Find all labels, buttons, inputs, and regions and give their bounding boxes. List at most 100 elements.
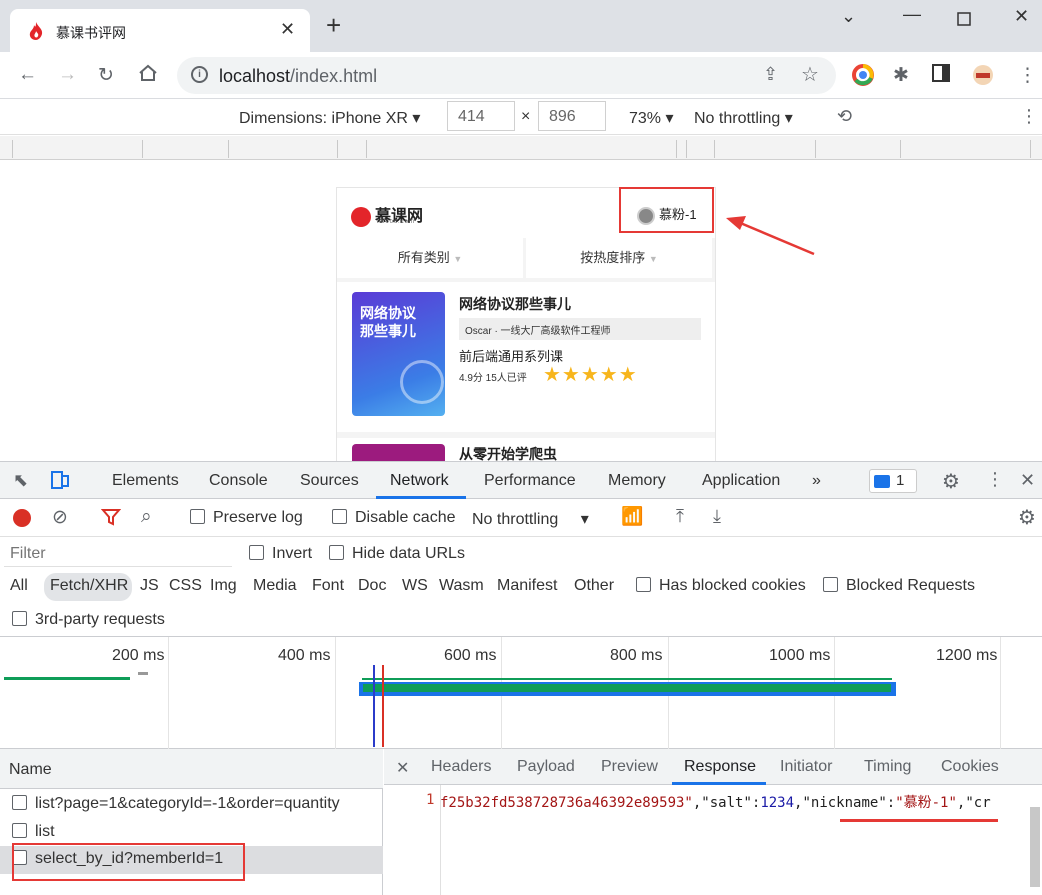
zoom-select[interactable]: 73% ▾ <box>629 108 674 128</box>
request-list: Name list?page=1&categoryId=-1&order=qua… <box>0 749 383 895</box>
active-detail-tab-indicator <box>672 782 766 785</box>
type-wasm[interactable]: Wasm <box>439 577 484 595</box>
clear-icon[interactable]: ⊘ <box>52 506 68 529</box>
minimize-icon[interactable]: — <box>903 4 921 25</box>
tab-network[interactable]: Network <box>390 472 449 490</box>
network-settings-gear-icon[interactable]: ⚙ <box>1018 505 1036 530</box>
tab-response[interactable]: Response <box>684 758 756 776</box>
tab-preview[interactable]: Preview <box>601 758 658 776</box>
extensions-puzzle-icon[interactable]: ✱ <box>893 64 909 87</box>
export-har-icon[interactable]: ⤓ <box>713 506 721 527</box>
settings-gear-icon[interactable]: ⚙ <box>942 469 960 494</box>
throttling-select[interactable]: No throttling ▾ <box>694 108 793 128</box>
devtools-close-icon[interactable]: ✕ <box>1020 470 1035 491</box>
preserve-log-checkbox[interactable]: Preserve log <box>190 509 303 527</box>
tab-application[interactable]: Application <box>702 472 780 490</box>
device-height-input[interactable]: 896 <box>538 101 606 131</box>
name-column-header[interactable]: Name <box>0 749 383 789</box>
home-icon[interactable] <box>138 64 158 88</box>
network-overview: 200 ms 400 ms 600 ms 800 ms 1000 ms 1200… <box>0 637 1042 749</box>
more-tabs-icon[interactable]: » <box>812 472 821 490</box>
media-query-bar <box>0 136 1042 160</box>
book-card[interactable]: 网络协议 那些事儿 网络协议那些事儿 Oscar · 一线大厂高级软件工程师 前… <box>337 282 715 432</box>
tab-sources[interactable]: Sources <box>300 472 359 490</box>
maximize-icon[interactable] <box>957 10 971 31</box>
disable-cache-checkbox[interactable]: Disable cache <box>332 509 456 527</box>
share-icon[interactable]: ⇪ <box>763 64 778 85</box>
device-toggle-icon[interactable] <box>50 470 70 495</box>
back-icon[interactable]: ← <box>18 64 37 86</box>
issues-badge[interactable]: 1 <box>869 469 917 493</box>
response-body[interactable]: f25b32fd538728736a46392e89593","salt":12… <box>440 792 1042 812</box>
tab-console[interactable]: Console <box>209 472 268 490</box>
chrome-extension-icon[interactable] <box>852 64 874 92</box>
tab-initiator[interactable]: Initiator <box>780 758 832 776</box>
chat-bubble-icon <box>874 474 890 488</box>
network-toolbar: ⊘ ⌕ Preserve log Disable cache No thrott… <box>0 499 1042 537</box>
profile-avatar[interactable] <box>972 64 994 92</box>
sort-by-hot-button[interactable]: 按热度排序 ▼ <box>526 238 712 278</box>
invert-checkbox[interactable]: Invert <box>249 545 312 563</box>
tab-timing[interactable]: Timing <box>864 758 911 776</box>
search-icon[interactable]: ⌕ <box>141 506 152 528</box>
tab-close-icon[interactable]: ✕ <box>280 19 295 40</box>
new-tab-button[interactable]: + <box>326 12 341 38</box>
bookmark-star-icon[interactable]: ☆ <box>801 62 819 87</box>
site-logo[interactable]: 慕课网 imooc.com <box>351 202 423 227</box>
type-other[interactable]: Other <box>574 577 614 595</box>
tab-headers[interactable]: Headers <box>431 758 491 776</box>
type-fetch-xhr[interactable]: Fetch/XHR <box>50 577 128 595</box>
address-bar[interactable]: i localhost/index.html ⇪ ☆ <box>177 57 836 94</box>
filter-input[interactable]: Filter <box>4 541 232 567</box>
tab-cookies[interactable]: Cookies <box>941 758 999 776</box>
devtools-menu-icon[interactable]: ⋮ <box>986 469 1004 490</box>
timeline-label: 400 ms <box>278 647 331 664</box>
tab-search-icon[interactable]: ⌄ <box>841 6 856 27</box>
inspect-element-icon[interactable]: ⬉ <box>13 470 28 491</box>
site-info-icon[interactable]: i <box>191 66 208 83</box>
detail-close-icon[interactable]: ✕ <box>396 758 409 778</box>
window-close-icon[interactable]: ✕ <box>1014 6 1029 27</box>
timeline-label: 1000 ms <box>769 647 831 664</box>
dimensions-times: × <box>521 108 531 125</box>
tab-performance[interactable]: Performance <box>484 472 576 490</box>
type-js[interactable]: JS <box>140 577 159 595</box>
hide-data-urls-checkbox[interactable]: Hide data URLs <box>329 545 465 563</box>
device-width-input[interactable]: 414 <box>447 101 515 131</box>
tab-elements[interactable]: Elements <box>112 472 179 490</box>
type-font[interactable]: Font <box>312 577 344 595</box>
device-dimensions-select[interactable]: Dimensions: iPhone XR ▾ <box>239 108 420 128</box>
blocked-requests-checkbox[interactable]: Blocked Requests <box>823 577 975 595</box>
wifi-settings-icon[interactable]: 📶 <box>621 506 643 527</box>
side-panel-icon[interactable] <box>932 64 950 88</box>
category-filter-button[interactable]: 所有类别 ▼ <box>337 238 523 278</box>
tab-memory[interactable]: Memory <box>608 472 666 490</box>
tab-payload[interactable]: Payload <box>517 758 575 776</box>
browser-tab[interactable]: 慕课书评网 ✕ <box>10 9 310 52</box>
reload-icon[interactable]: ↻ <box>98 64 114 87</box>
line-number: 1 <box>426 792 435 808</box>
type-media[interactable]: Media <box>253 577 297 595</box>
rotate-icon[interactable]: ⟲ <box>837 106 852 127</box>
scrollbar[interactable] <box>1030 807 1040 887</box>
record-icon[interactable] <box>13 509 31 527</box>
book-title: 网络协议那些事儿 <box>459 296 571 312</box>
device-more-icon[interactable]: ⋮ <box>1020 106 1038 127</box>
type-doc[interactable]: Doc <box>358 577 386 595</box>
dom-content-loaded-line <box>373 665 375 747</box>
network-throttling-select[interactable]: No throttling ▾ <box>472 509 589 529</box>
has-blocked-cookies-checkbox[interactable]: Has blocked cookies <box>636 577 806 595</box>
type-ws[interactable]: WS <box>402 577 428 595</box>
timeline-label: 600 ms <box>444 647 497 664</box>
type-manifest[interactable]: Manifest <box>497 577 557 595</box>
third-party-checkbox[interactable]: 3rd-party requests <box>12 611 165 629</box>
type-all[interactable]: All <box>10 577 28 595</box>
flame-icon <box>28 22 44 45</box>
filter-funnel-icon[interactable] <box>100 507 122 532</box>
forward-icon[interactable]: → <box>58 64 77 86</box>
type-css[interactable]: CSS <box>169 577 202 595</box>
menu-kebab-icon[interactable]: ⋮ <box>1018 64 1037 87</box>
table-row[interactable]: list?page=1&categoryId=-1&order=quantity <box>0 791 383 819</box>
type-img[interactable]: Img <box>210 577 237 595</box>
import-har-icon[interactable]: ⤒ <box>676 506 684 527</box>
